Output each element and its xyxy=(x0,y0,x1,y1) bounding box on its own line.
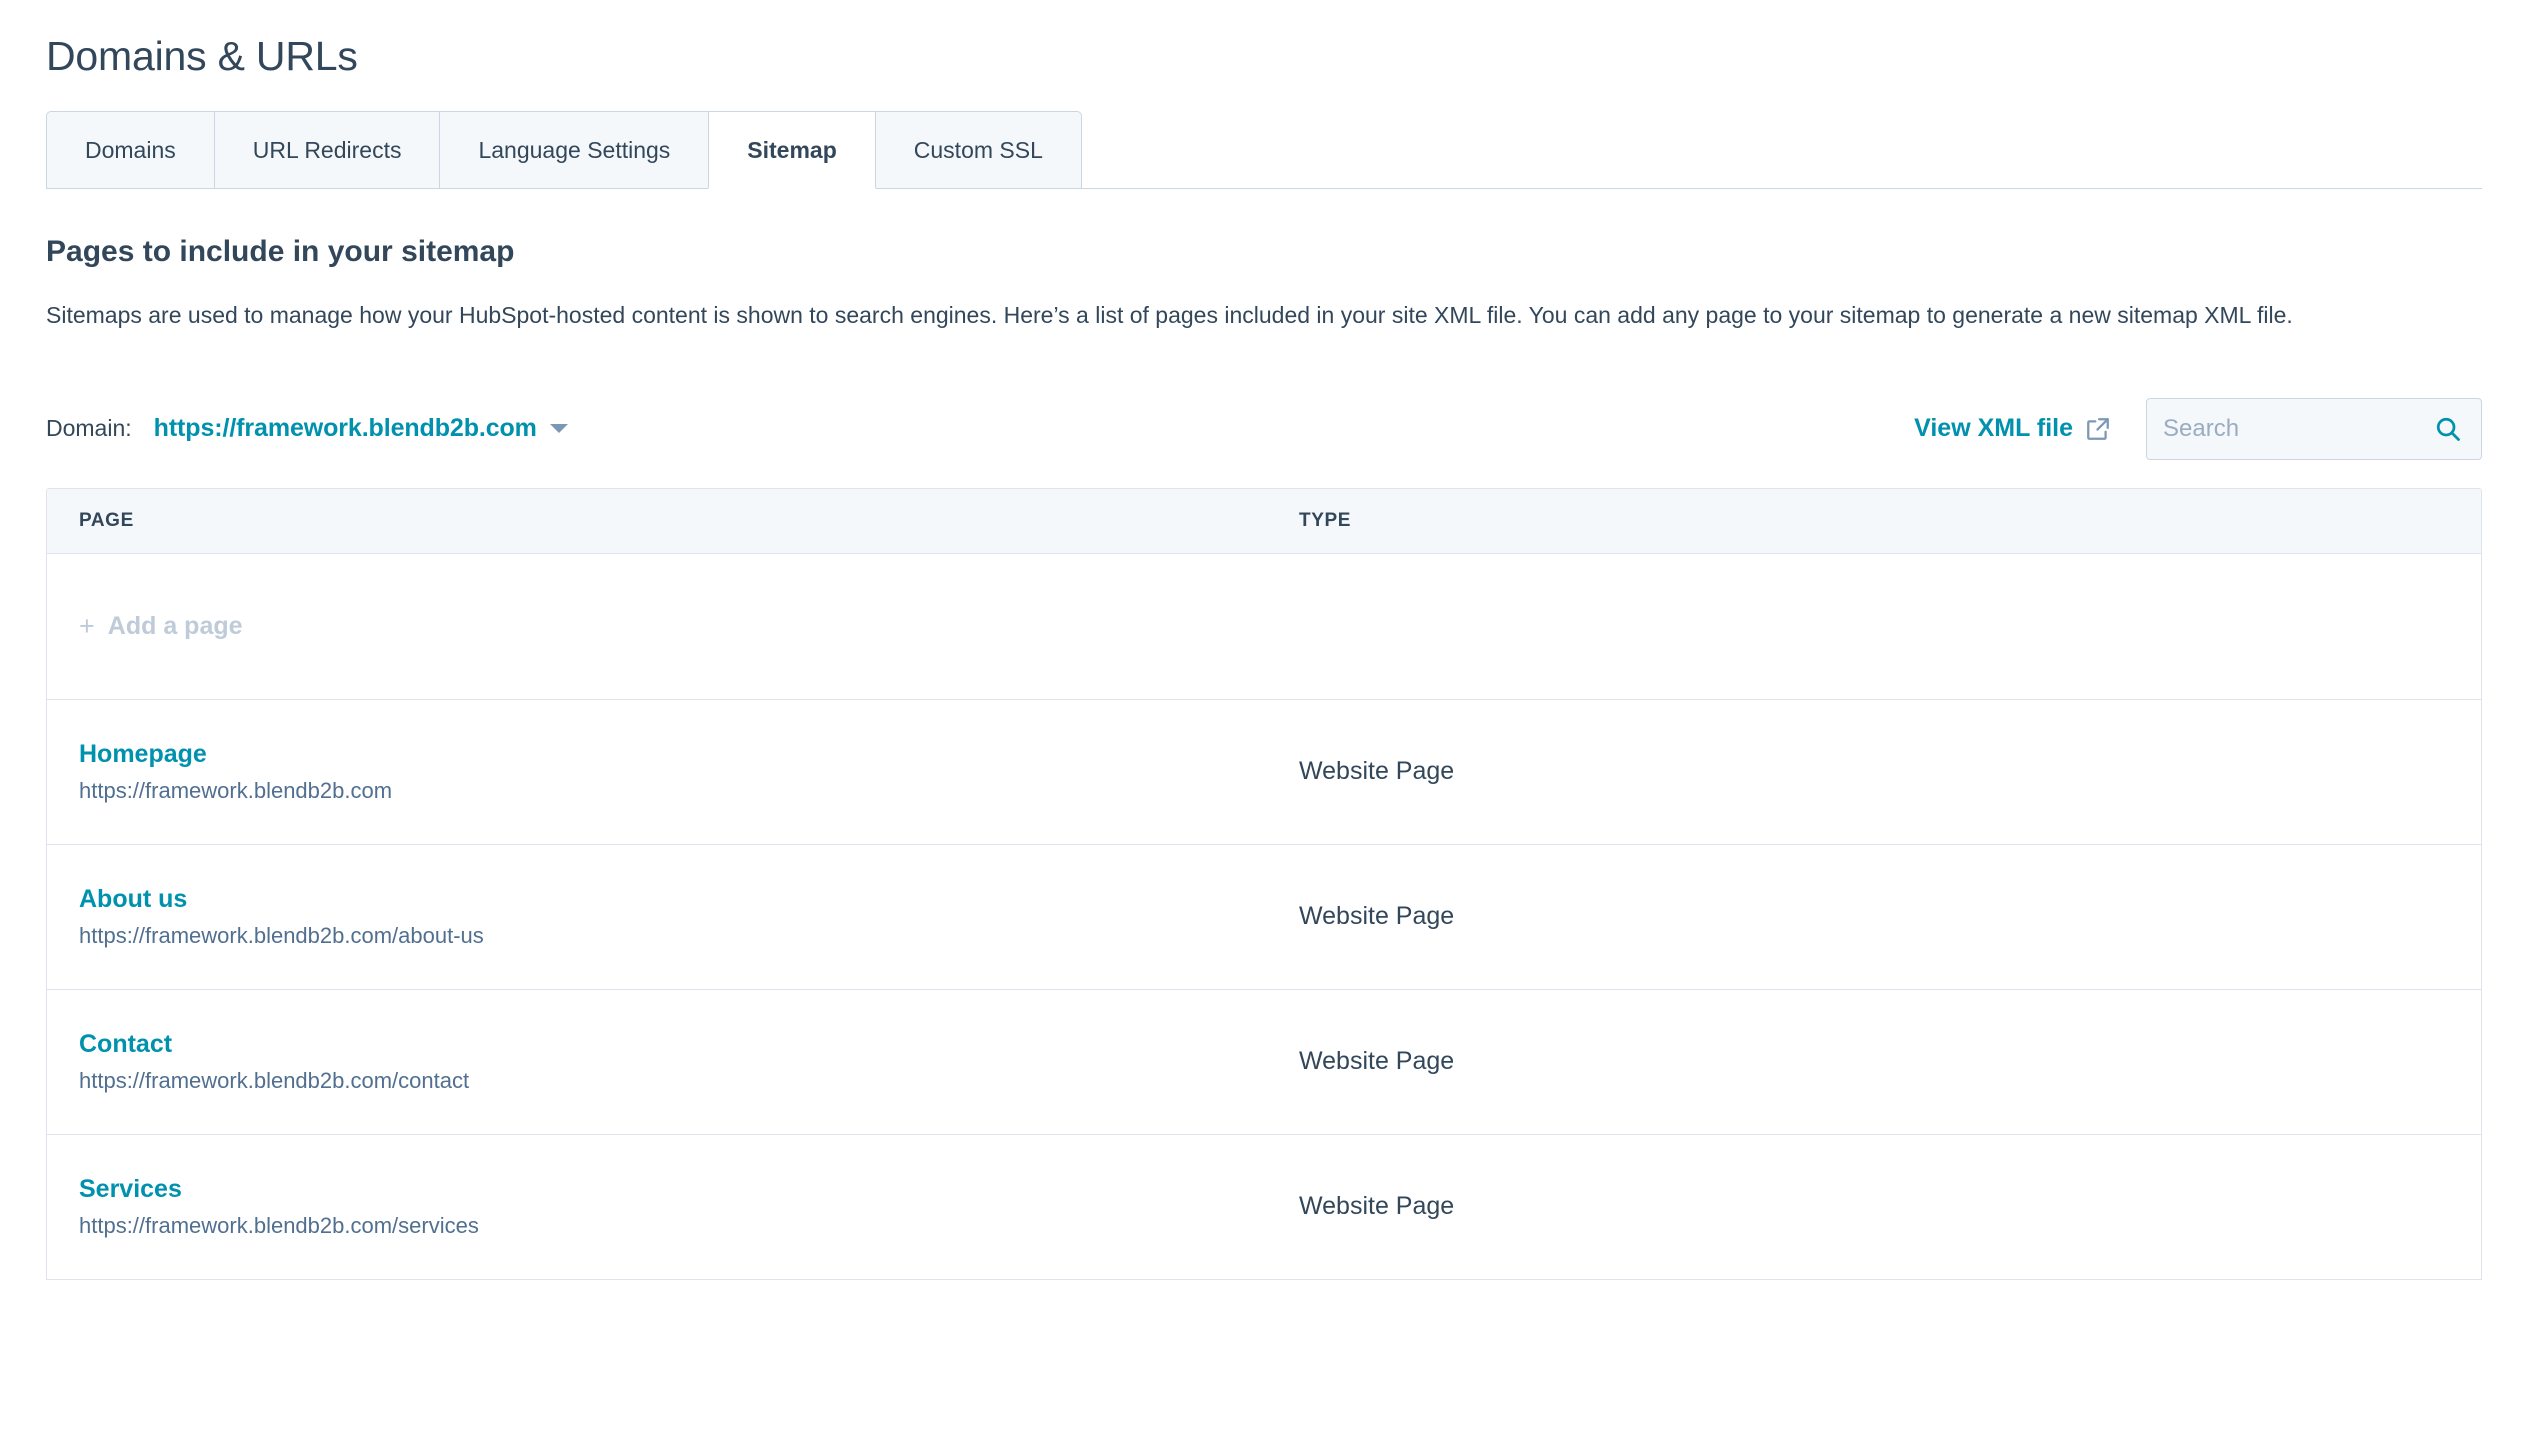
settings-page: Domains & URLs Domains URL Redirects Lan… xyxy=(0,0,2528,1434)
table-row[interactable]: Contact https://framework.blendb2b.com/c… xyxy=(47,990,2481,1135)
type-value: Website Page xyxy=(1299,902,1454,930)
column-header-type: TYPE xyxy=(1277,510,2481,532)
page-url: https://framework.blendb2b.com/about-us xyxy=(79,915,1277,950)
section-heading: Pages to include in your sitemap xyxy=(46,189,2482,271)
page-url: https://framework.blendb2b.com/services xyxy=(79,1205,1277,1240)
page-name-link[interactable]: About us xyxy=(79,884,1277,915)
table-row[interactable]: Services https://framework.blendb2b.com/… xyxy=(47,1135,2481,1280)
add-page-button[interactable]: + Add a page xyxy=(79,612,243,641)
add-page-cell: + Add a page xyxy=(47,612,1277,641)
page-cell: Contact https://framework.blendb2b.com/c… xyxy=(47,1029,1277,1095)
search-box[interactable] xyxy=(2146,398,2482,460)
domain-label: Domain: xyxy=(46,415,132,442)
sitemap-pages-table: PAGE TYPE + Add a page Homepage https://… xyxy=(46,488,2482,1280)
page-title: Domains & URLs xyxy=(46,0,2482,81)
tab-label: Sitemap xyxy=(747,137,836,164)
type-value: Website Page xyxy=(1299,757,1454,785)
column-header-page: PAGE xyxy=(47,510,1277,532)
table-header-row: PAGE TYPE xyxy=(47,489,2481,554)
search-icon[interactable] xyxy=(2433,414,2463,444)
add-page-row[interactable]: + Add a page xyxy=(47,554,2481,700)
page-cell: Services https://framework.blendb2b.com/… xyxy=(47,1174,1277,1240)
plus-icon: + xyxy=(79,613,95,640)
tab-label: Domains xyxy=(85,137,176,164)
tab-custom-ssl[interactable]: Custom SSL xyxy=(875,111,1082,189)
search-input[interactable] xyxy=(2161,414,2433,444)
tab-label: Custom SSL xyxy=(914,137,1043,164)
tab-label: Language Settings xyxy=(478,137,670,164)
tab-url-redirects[interactable]: URL Redirects xyxy=(214,111,441,189)
page-url: https://framework.blendb2b.com xyxy=(79,770,1277,805)
view-xml-file-link[interactable]: View XML file xyxy=(1914,414,2111,443)
page-name-link[interactable]: Services xyxy=(79,1174,1277,1205)
add-page-label: Add a page xyxy=(108,612,243,641)
type-value: Website Page xyxy=(1299,1047,1454,1075)
domain-selector[interactable]: https://framework.blendb2b.com xyxy=(154,414,568,443)
page-name-link[interactable]: Homepage xyxy=(79,739,1277,770)
type-cell: Website Page xyxy=(1277,1192,2481,1221)
type-cell: Website Page xyxy=(1277,902,2481,931)
tab-label: URL Redirects xyxy=(253,137,402,164)
tab-domains[interactable]: Domains xyxy=(46,111,215,189)
external-link-icon xyxy=(2085,416,2111,442)
tab-sitemap[interactable]: Sitemap xyxy=(708,111,875,189)
table-row[interactable]: Homepage https://framework.blendb2b.com … xyxy=(47,700,2481,845)
page-cell: Homepage https://framework.blendb2b.com xyxy=(47,739,1277,805)
page-url: https://framework.blendb2b.com/contact xyxy=(79,1060,1277,1095)
page-name-link[interactable]: Contact xyxy=(79,1029,1277,1060)
domain-selector-value: https://framework.blendb2b.com xyxy=(154,414,537,443)
chevron-down-icon xyxy=(550,424,568,433)
view-xml-file-label: View XML file xyxy=(1914,414,2073,443)
table-controls: Domain: https://framework.blendb2b.com V… xyxy=(46,334,2482,460)
type-cell: Website Page xyxy=(1277,757,2481,786)
page-cell: About us https://framework.blendb2b.com/… xyxy=(47,884,1277,950)
type-cell: Website Page xyxy=(1277,1047,2481,1076)
section-description: Sitemaps are used to manage how your Hub… xyxy=(46,271,2482,334)
tab-list: Domains URL Redirects Language Settings … xyxy=(46,111,2482,189)
type-value: Website Page xyxy=(1299,1192,1454,1220)
tab-bar: Domains URL Redirects Language Settings … xyxy=(46,111,2482,189)
table-row[interactable]: About us https://framework.blendb2b.com/… xyxy=(47,845,2481,990)
tab-language-settings[interactable]: Language Settings xyxy=(439,111,709,189)
